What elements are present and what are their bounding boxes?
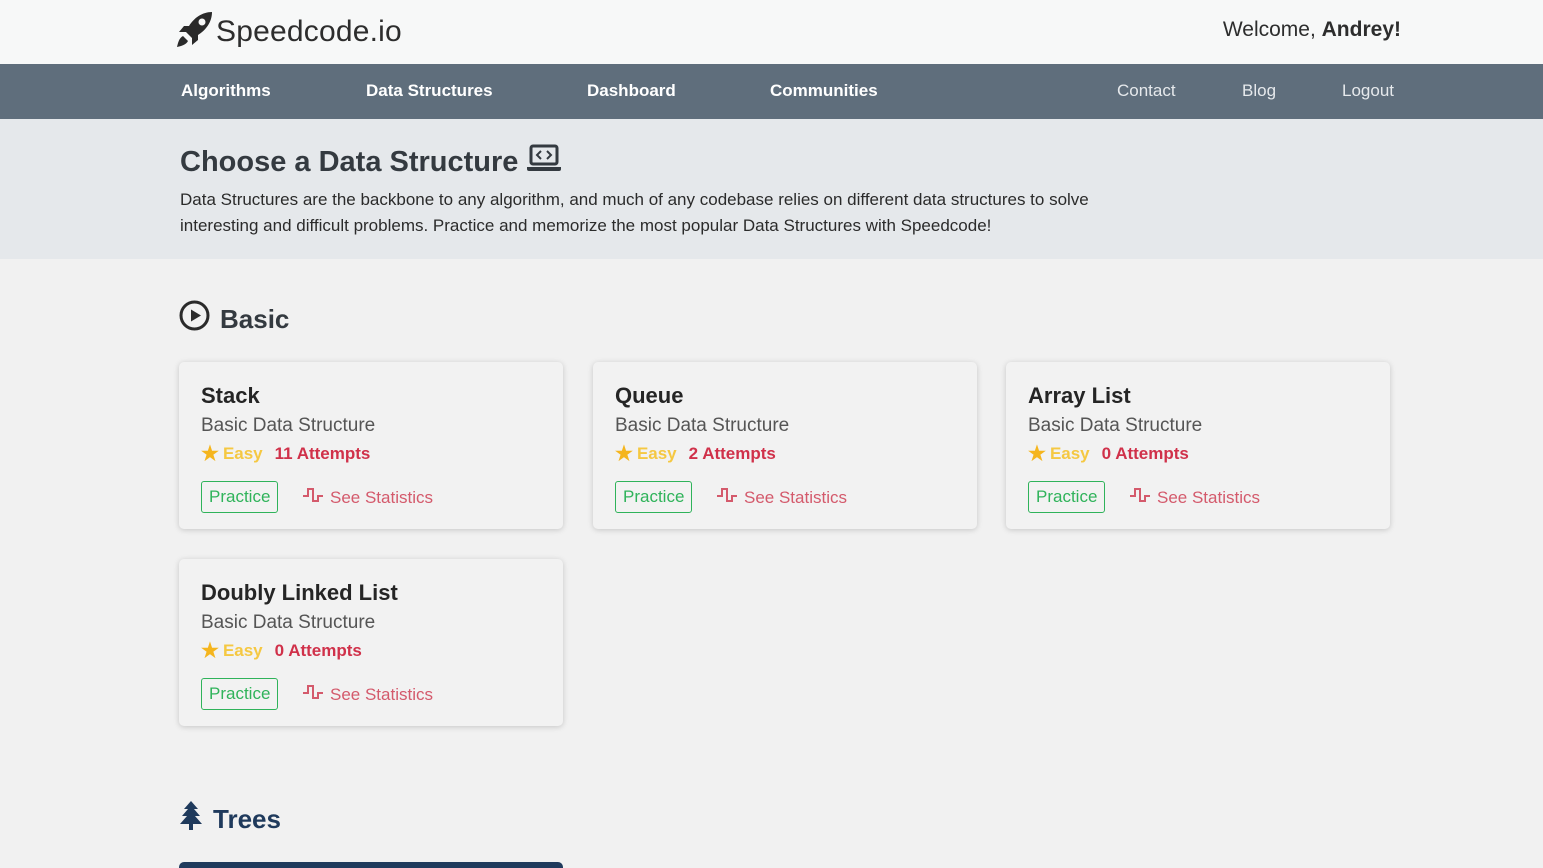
see-statistics-label: See Statistics <box>330 487 433 507</box>
section-heading-basic: Basic <box>179 300 289 338</box>
practice-button[interactable]: Practice <box>201 678 279 710</box>
data-structure-card: Stack Basic Data Structure ★ Easy 11 Att… <box>179 362 563 529</box>
card-meta: ★ Easy 11 Attempts <box>201 444 370 464</box>
page-description: Data Structures are the backbone to any … <box>180 190 1089 235</box>
welcome-message: Welcome, Andrey! <box>1223 18 1401 42</box>
tree-icon <box>179 800 213 839</box>
see-statistics-link[interactable]: See Statistics <box>716 487 847 508</box>
nav-algorithms[interactable]: Algorithms <box>181 81 271 101</box>
card-title: Queue <box>615 383 684 408</box>
top-bar: Speedcode.io Welcome, Andrey! <box>0 0 1543 64</box>
attempts-count: 2 Attempts <box>688 444 776 463</box>
attempts-count: 0 Attempts <box>274 641 362 660</box>
wave-square-icon <box>302 487 330 508</box>
attempts-count: 0 Attempts <box>1101 444 1189 463</box>
card-subtitle: Basic Data Structure <box>615 415 790 436</box>
practice-button[interactable]: Practice <box>615 481 693 513</box>
user-name: Andrey! <box>1321 18 1401 41</box>
tree-card-partial <box>179 862 563 868</box>
data-structure-card: Queue Basic Data Structure ★ Easy 2 Atte… <box>593 362 977 529</box>
section-heading-trees: Trees <box>179 800 281 839</box>
nav-communities[interactable]: Communities <box>770 81 878 101</box>
star-icon: ★ <box>201 443 219 465</box>
difficulty-label: Easy <box>1049 444 1090 463</box>
card-title: Stack <box>201 383 260 408</box>
wave-square-icon <box>302 684 330 705</box>
brand-name: Speedcode.io <box>216 14 402 48</box>
practice-button[interactable]: Practice <box>201 481 279 513</box>
card-meta: ★ Easy 0 Attempts <box>201 641 362 661</box>
star-icon: ★ <box>615 443 633 465</box>
card-title: Doubly Linked List <box>201 580 398 605</box>
see-statistics-label: See Statistics <box>744 487 847 507</box>
page-header: Choose a Data Structure Data Structures … <box>0 119 1543 259</box>
play-circle-icon <box>179 300 220 338</box>
card-meta: ★ Easy 0 Attempts <box>1028 444 1189 464</box>
difficulty-label: Easy <box>222 641 263 660</box>
difficulty-label: Easy <box>222 444 263 463</box>
data-structure-card: Doubly Linked List Basic Data Structure … <box>179 559 563 726</box>
see-statistics-link[interactable]: See Statistics <box>302 487 433 508</box>
nav-blog[interactable]: Blog <box>1242 81 1276 101</box>
section-title-trees: Trees <box>213 804 281 834</box>
card-meta: ★ Easy 2 Attempts <box>615 444 776 464</box>
star-icon: ★ <box>201 640 219 662</box>
practice-button[interactable]: Practice <box>1028 481 1106 513</box>
section-title-basic: Basic <box>220 303 290 334</box>
nav-dashboard[interactable]: Dashboard <box>587 81 676 101</box>
see-statistics-link[interactable]: See Statistics <box>1129 487 1260 508</box>
see-statistics-label: See Statistics <box>1157 487 1260 507</box>
brand-logo-link[interactable]: Speedcode.io <box>174 8 402 55</box>
card-title: Array List <box>1028 383 1131 408</box>
main-navbar: Algorithms Data Structures Dashboard Com… <box>0 64 1543 119</box>
page-title: Choose a Data Structure <box>180 143 562 181</box>
star-icon: ★ <box>1028 443 1046 465</box>
see-statistics-link[interactable]: See Statistics <box>302 684 433 705</box>
wave-square-icon <box>716 487 744 508</box>
welcome-prefix: Welcome, <box>1222 18 1322 41</box>
nav-data-structures[interactable]: Data Structures <box>366 81 493 101</box>
card-subtitle: Basic Data Structure <box>201 415 376 436</box>
attempts-count: 11 Attempts <box>274 444 371 463</box>
nav-contact[interactable]: Contact <box>1117 81 1176 101</box>
see-statistics-label: See Statistics <box>330 684 433 704</box>
data-structure-card: Array List Basic Data Structure ★ Easy 0… <box>1006 362 1390 529</box>
card-subtitle: Basic Data Structure <box>201 612 376 633</box>
laptop-code-icon <box>518 143 562 181</box>
wave-square-icon <box>1129 487 1157 508</box>
page-title-text: Choose a Data Structure <box>180 145 519 178</box>
card-subtitle: Basic Data Structure <box>1028 415 1203 436</box>
difficulty-label: Easy <box>636 444 677 463</box>
nav-logout[interactable]: Logout <box>1342 81 1394 101</box>
rocket-icon <box>174 8 216 55</box>
